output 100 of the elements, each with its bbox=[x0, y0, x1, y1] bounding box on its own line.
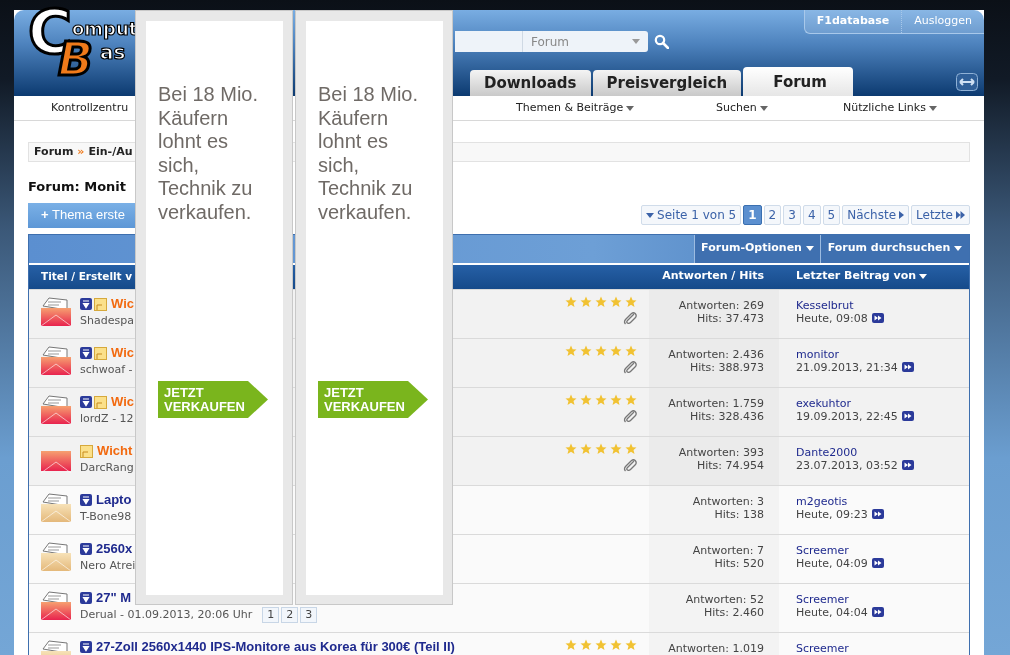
double-arrow-icon bbox=[956, 211, 965, 219]
reply-count: Antworten: 393 bbox=[677, 445, 764, 459]
sticky-note-icon bbox=[94, 297, 107, 311]
sticky-note-icon bbox=[94, 395, 107, 409]
nav-tab[interactable]: Forum bbox=[743, 67, 854, 96]
star-icon bbox=[625, 443, 637, 454]
column-header[interactable]: Titel / Erstellt v bbox=[41, 268, 133, 285]
column-header[interactable]: Antworten / Hits bbox=[662, 268, 764, 285]
jump-arrow-icon[interactable] bbox=[80, 641, 92, 653]
caret-icon bbox=[954, 246, 963, 251]
hit-count: Hits: 328.436 bbox=[688, 409, 764, 423]
page-link[interactable]: 2 bbox=[763, 205, 782, 225]
go-to-post-icon[interactable] bbox=[901, 411, 914, 421]
last-poster-link[interactable]: monitor bbox=[796, 347, 914, 361]
go-to-post-icon[interactable] bbox=[871, 558, 884, 568]
last-post-time: 19.09.2013, 22:45 bbox=[796, 409, 898, 423]
star-icon bbox=[610, 345, 622, 356]
thread-title-link[interactable]: 27" M bbox=[96, 588, 132, 608]
logo-text: omput bbox=[72, 20, 138, 38]
sticky-note-icon bbox=[94, 346, 107, 360]
toolbar-dropdown[interactable]: Forum-Optionen bbox=[694, 234, 820, 263]
jump-arrow-icon[interactable] bbox=[80, 543, 92, 555]
subnav-link[interactable]: Kontrollzentru bbox=[51, 99, 129, 117]
last-poster-link[interactable]: Screemer bbox=[796, 641, 849, 655]
last-poster-link[interactable]: Dante2000 bbox=[796, 445, 914, 459]
star-icon bbox=[595, 394, 607, 405]
page-summary[interactable]: Seite 1 von 5 bbox=[641, 205, 742, 225]
last-page-link[interactable]: Letzte bbox=[911, 205, 970, 225]
column-header[interactable]: Letzter Beitrag von bbox=[796, 268, 928, 285]
arrow-icon bbox=[899, 211, 905, 219]
hit-count: Hits: 2.460 bbox=[702, 605, 764, 619]
star-icon bbox=[565, 394, 577, 405]
jump-arrow-icon[interactable] bbox=[80, 494, 92, 506]
jump-arrow-icon[interactable] bbox=[80, 298, 92, 310]
last-post-time: 21.09.2013, 21:34 bbox=[796, 360, 898, 374]
go-to-post-icon[interactable] bbox=[901, 460, 914, 470]
search-field[interactable] bbox=[455, 31, 522, 52]
envelope-icon bbox=[39, 540, 73, 573]
next-page-link[interactable]: Nächste bbox=[842, 205, 910, 225]
last-post-time: Heute, 09:23 bbox=[796, 507, 868, 521]
caret-icon bbox=[632, 39, 640, 44]
envelope-icon bbox=[39, 491, 73, 524]
star-icon bbox=[595, 296, 607, 307]
page-link[interactable]: 5 bbox=[822, 205, 841, 225]
thread-title-link[interactable]: 2560x bbox=[96, 539, 133, 559]
breadcrumb-link[interactable]: Ein-/Au bbox=[88, 143, 133, 161]
nav-tab[interactable]: Preisvergleich bbox=[592, 70, 742, 96]
star-icon bbox=[610, 443, 622, 454]
nav-tab[interactable]: Downloads bbox=[470, 70, 591, 96]
thread-starter: Shadespa bbox=[80, 312, 134, 329]
last-post-time: Heute, 04:04 bbox=[796, 605, 868, 619]
go-to-post-icon[interactable] bbox=[871, 509, 884, 519]
last-poster-link[interactable]: Screemer bbox=[796, 592, 884, 606]
go-to-post-icon[interactable] bbox=[871, 313, 884, 323]
star-icon bbox=[610, 639, 622, 650]
last-poster-link[interactable]: exekuhtor bbox=[796, 396, 914, 410]
jump-arrow-icon[interactable] bbox=[80, 592, 92, 604]
reply-count: Antworten: 2.436 bbox=[667, 347, 764, 361]
star-icon bbox=[610, 296, 622, 307]
star-icon bbox=[580, 639, 592, 650]
caret-icon bbox=[646, 212, 655, 218]
star-icon bbox=[580, 443, 592, 454]
reply-count: Antworten: 1.759 bbox=[667, 396, 764, 410]
page-link[interactable]: 4 bbox=[802, 205, 821, 225]
thread-page-link[interactable]: 2 bbox=[281, 606, 299, 623]
thread-starter: DarcRang bbox=[80, 459, 134, 476]
breadcrumb-link[interactable]: Forum bbox=[34, 143, 74, 161]
star-icon bbox=[625, 296, 637, 307]
thread-page-link[interactable]: 3 bbox=[300, 606, 318, 623]
thread-title-link[interactable]: Lapto bbox=[96, 490, 132, 510]
toolbar-dropdown[interactable]: Forum durchsuchen bbox=[820, 234, 969, 263]
go-to-post-icon[interactable] bbox=[901, 362, 914, 372]
sticky-note-icon bbox=[80, 444, 93, 458]
ad-text: Bei 18 Mio. Käufern lohnt es sich, Technik zu verkaufen. bbox=[157, 83, 260, 224]
expand-icon[interactable] bbox=[956, 73, 978, 91]
hit-count: Hits: 388.973 bbox=[688, 360, 764, 374]
last-poster-link[interactable]: m2geotis bbox=[796, 494, 884, 508]
thread-starter: Derual - 01.09.2013, 20:06 Uhr bbox=[80, 606, 253, 623]
thread-page-link[interactable]: 1 bbox=[262, 606, 280, 623]
reply-count: Antworten: 7 bbox=[691, 543, 764, 557]
reply-count: Antworten: 3 bbox=[691, 494, 764, 508]
page-link[interactable]: 3 bbox=[783, 205, 801, 225]
last-poster-link[interactable]: Kesselbrut bbox=[796, 298, 884, 312]
star-icon bbox=[565, 345, 577, 356]
last-poster-link[interactable]: Screemer bbox=[796, 543, 884, 557]
hit-count: Hits: 520 bbox=[713, 556, 764, 570]
ad-text: Bei 18 Mio. Käufern lohnt es sich, Technik zu verkaufen. bbox=[317, 83, 420, 224]
envelope-icon bbox=[39, 393, 73, 426]
jump-arrow-icon[interactable] bbox=[80, 396, 92, 408]
jump-arrow-icon[interactable] bbox=[80, 347, 92, 359]
thread-starter: Nero Atrei bbox=[80, 557, 136, 574]
envelope-icon bbox=[39, 344, 73, 377]
go-to-post-icon[interactable] bbox=[871, 607, 884, 617]
search-icon[interactable] bbox=[654, 34, 669, 49]
subnav-link[interactable]: Suchen bbox=[716, 99, 768, 117]
last-post-time: 23.07.2013, 03:52 bbox=[796, 458, 898, 472]
subnav-link[interactable]: Nützliche Links bbox=[843, 99, 937, 117]
thread-title-link[interactable]: 27-Zoll 2560x1440 IPS-Monitore aus Korea für 300€ (Teil II) bbox=[96, 637, 455, 655]
reply-count: Antworten: 52 bbox=[684, 592, 764, 606]
subnav-link[interactable]: Themen & Beiträge bbox=[516, 99, 635, 117]
